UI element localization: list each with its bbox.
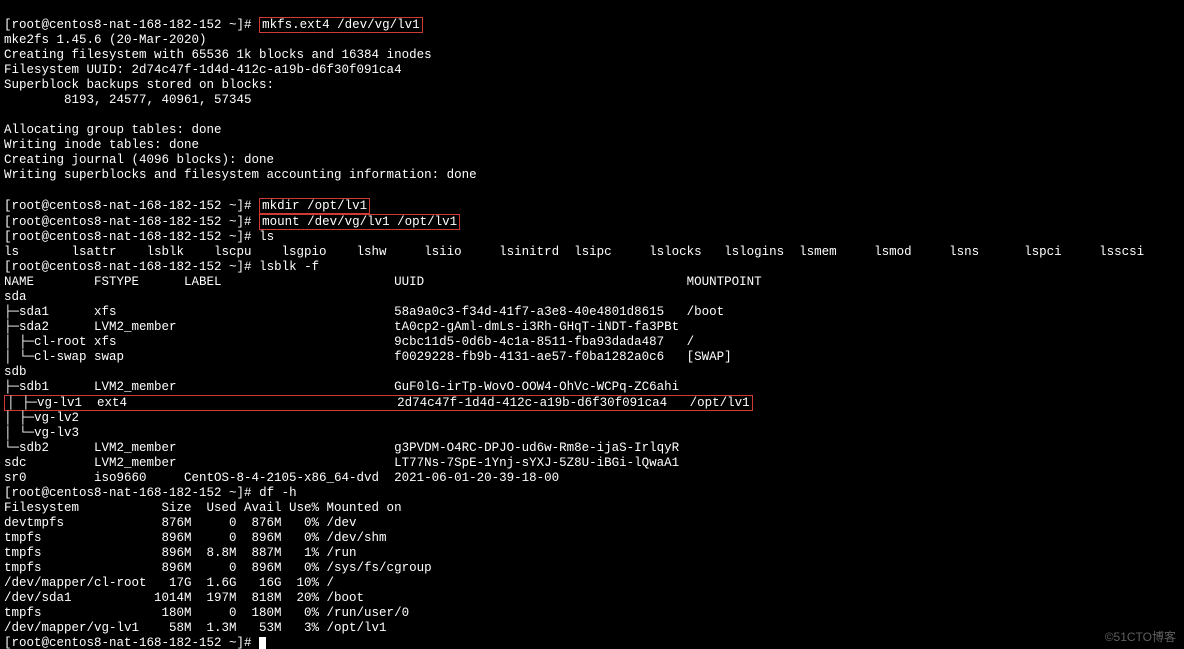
cmd-df: df -h: [259, 486, 297, 500]
df-row: /dev/mapper/vg-lv1 58M 1.3M 53M 3% /opt/…: [4, 621, 387, 635]
lsblk-row: │ ├─cl-root xfs 9cbc11d5-0d6b-4c1a-8511-…: [4, 335, 694, 349]
lsblk-row: sdb: [4, 365, 27, 379]
output-line: Filesystem UUID: 2d74c47f-1d4d-412c-a19b…: [4, 63, 402, 77]
lsblk-row-highlight: │ ├─vg-lv1 ext4 2d74c47f-1d4d-412c-a19b-…: [4, 395, 753, 411]
prompt: [root@centos8-nat-168-182-152 ~]#: [4, 230, 252, 244]
df-row: /dev/mapper/cl-root 17G 1.6G 16G 10% /: [4, 576, 334, 590]
prompt: [root@centos8-nat-168-182-152 ~]#: [4, 215, 252, 229]
df-row: tmpfs 896M 0 896M 0% /dev/shm: [4, 531, 387, 545]
output-line: Writing inode tables: done: [4, 138, 199, 152]
lsblk-row: │ └─vg-lv3: [4, 426, 79, 440]
lsblk-row: ├─sdb1 LVM2_member GuF0lG-irTp-WovO-OOW4…: [4, 380, 679, 394]
prompt: [root@centos8-nat-168-182-152 ~]#: [4, 260, 252, 274]
output-line: Writing superblocks and filesystem accou…: [4, 168, 477, 182]
df-row: tmpfs 896M 0 896M 0% /sys/fs/cgroup: [4, 561, 432, 575]
cmd-ls: ls: [259, 230, 274, 244]
lsblk-row: │ └─cl-swap swap f0029228-fb9b-4131-ae57…: [4, 350, 732, 364]
output-line: 8193, 24577, 40961, 57345: [4, 93, 252, 107]
ls-output: ls lsattr lsblk lscpu lsgpio lshw lsiio …: [4, 245, 1144, 259]
lsblk-header: NAME FSTYPE LABEL UUID MOUNTPOINT: [4, 275, 762, 289]
lsblk-row: └─sdb2 LVM2_member g3PVDM-O4RC-DPJO-ud6w…: [4, 441, 679, 455]
df-row: tmpfs 896M 8.8M 887M 1% /run: [4, 546, 357, 560]
prompt: [root@centos8-nat-168-182-152 ~]#: [4, 199, 252, 213]
output-line: Superblock backups stored on blocks:: [4, 78, 274, 92]
cmd-mkdir: mkdir /opt/lv1: [259, 198, 370, 214]
cmd-lsblk: lsblk -f: [259, 260, 319, 274]
watermark: ©51CTO博客: [1105, 630, 1176, 645]
df-header: Filesystem Size Used Avail Use% Mounted …: [4, 501, 402, 515]
lsblk-row: sr0 iso9660 CentOS-8-4-2105-x86_64-dvd 2…: [4, 471, 559, 485]
cursor[interactable]: [259, 637, 266, 649]
output-line: Creating filesystem with 65536 1k blocks…: [4, 48, 432, 62]
lsblk-row: ├─sda2 LVM2_member tA0cp2-gAml-dmLs-i3Rh…: [4, 320, 679, 334]
output-line: Allocating group tables: done: [4, 123, 222, 137]
cmd-mount: mount /dev/vg/lv1 /opt/lv1: [259, 214, 460, 230]
lsblk-row: sda: [4, 290, 27, 304]
lsblk-row: │ ├─vg-lv2: [4, 411, 79, 425]
prompt: [root@centos8-nat-168-182-152 ~]#: [4, 18, 252, 32]
output-line: Creating journal (4096 blocks): done: [4, 153, 274, 167]
df-row: devtmpfs 876M 0 876M 0% /dev: [4, 516, 357, 530]
cmd-mkfs: mkfs.ext4 /dev/vg/lv1: [259, 17, 423, 33]
output-line: mke2fs 1.45.6 (20-Mar-2020): [4, 33, 207, 47]
df-row: tmpfs 180M 0 180M 0% /run/user/0: [4, 606, 409, 620]
prompt: [root@centos8-nat-168-182-152 ~]#: [4, 636, 252, 649]
terminal[interactable]: [root@centos8-nat-168-182-152 ~]# mkfs.e…: [0, 0, 1184, 649]
lsblk-row: ├─sda1 xfs 58a9a0c3-f34d-41f7-a3e8-40e48…: [4, 305, 724, 319]
df-row: /dev/sda1 1014M 197M 818M 20% /boot: [4, 591, 364, 605]
lsblk-row: sdc LVM2_member LT77Ns-7SpE-1Ynj-sYXJ-5Z…: [4, 456, 679, 470]
prompt: [root@centos8-nat-168-182-152 ~]#: [4, 486, 252, 500]
